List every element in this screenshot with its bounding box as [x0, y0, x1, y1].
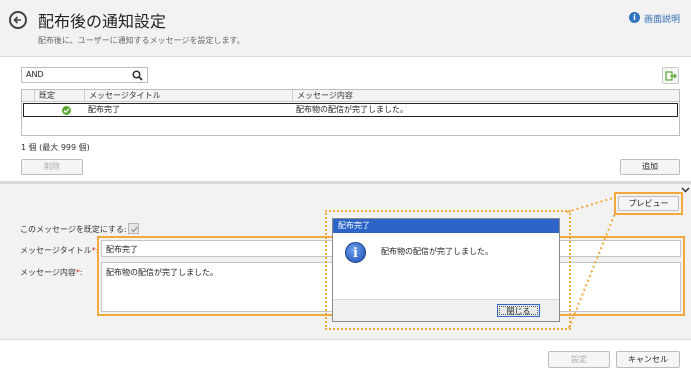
preview-dialog: 配布完了 i 配布物の配信が完了しました。 閉じる — [332, 218, 560, 322]
footer-divider — [0, 339, 691, 340]
callout-connectors — [566, 196, 617, 329]
dialog-message: 配布物の配信が完了しました。 — [381, 247, 493, 256]
apply-button[interactable]: 設定 — [548, 351, 610, 368]
dialog-close-button[interactable]: 閉じる — [497, 304, 540, 317]
dialog-title: 配布完了 — [333, 219, 559, 233]
dialog-footer: 閉じる — [333, 299, 559, 321]
info-icon: i — [345, 242, 366, 263]
cancel-button[interactable]: キャンセル — [616, 351, 680, 368]
